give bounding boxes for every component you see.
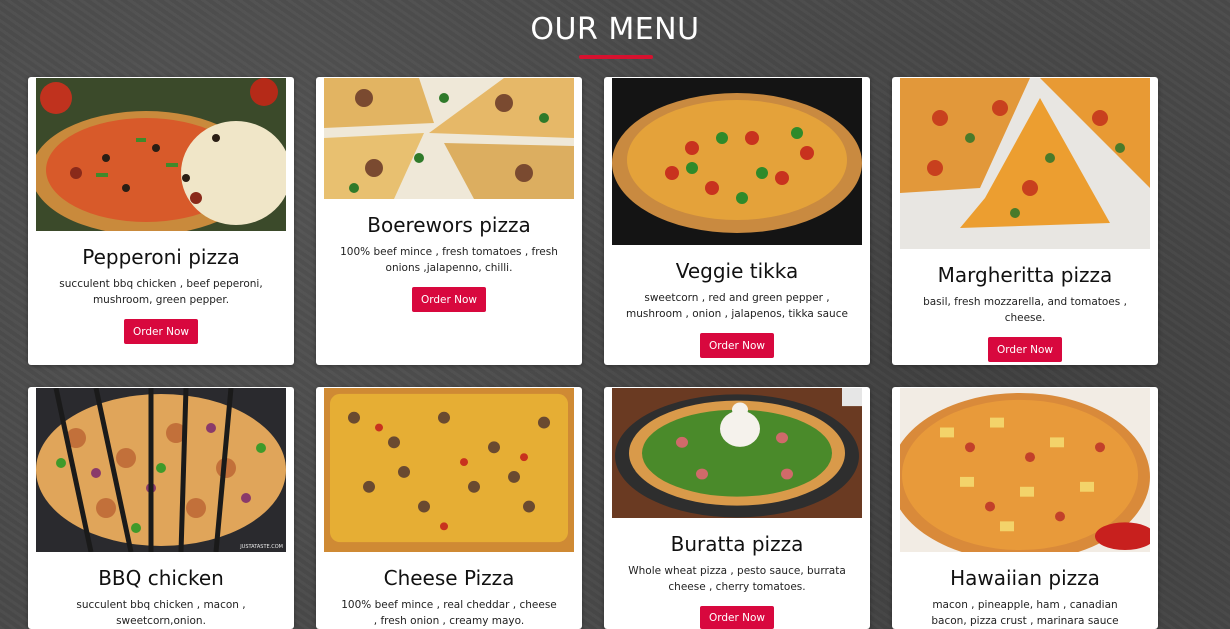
bbq-chicken-photo: JUSTATASTE.COM (36, 388, 286, 552)
menu-card-cheese: Cheese Pizza 100% beef mince , real ched… (316, 387, 582, 629)
menu-item-description: Whole wheat pizza , pesto sauce, burrata… (628, 565, 846, 594)
hawaiian-pizza-photo (900, 388, 1150, 552)
section-title: OUR MENU (530, 12, 700, 47)
menu-item-description: basil, fresh mozzarella, and tomatoes , … (923, 296, 1127, 324)
menu-card-veggie-tikka: Veggie tikka sweetcorn , red and green p… (604, 77, 870, 365)
menu-item-name: Buratta pizza (670, 532, 804, 557)
title-underline (579, 55, 653, 59)
buratta-pizza-photo (612, 388, 862, 519)
menu-card-buratta: Buratta pizza Whole wheat pizza , pesto … (604, 387, 870, 629)
pepperoni-pizza-photo (36, 78, 286, 231)
menu-card-bbq-chicken: JUSTATASTE.COM BBQ chicken succulent bbq… (28, 387, 294, 629)
order-now-button[interactable]: Order Now (699, 606, 775, 629)
menu-item-description: 100% beef mince , real cheddar , cheese … (341, 599, 557, 627)
menu-item-name: BBQ chicken (98, 566, 224, 590)
order-now-button[interactable]: Order Now (699, 333, 775, 358)
menu-item-description: macon , pineapple, ham , canadian bacon,… (931, 599, 1119, 627)
order-now-button[interactable]: Order Now (123, 319, 199, 344)
menu-item-description: sweetcorn , red and green pepper , mushr… (626, 292, 848, 320)
menu-card-hawaiian: Hawaiian pizza macon , pineapple, ham , … (892, 387, 1158, 629)
menu-card-boerewors: Boerewors pizza 100% beef mince , fresh … (316, 77, 582, 365)
menu-item-description: succulent bbq chicken , beef peperoni, m… (59, 278, 263, 306)
menu-item-name: Hawaiian pizza (950, 566, 1100, 590)
menu-item-name: Margheritta pizza (937, 263, 1113, 287)
menu-card-margheritta: Margheritta pizza basil, fresh mozzarell… (892, 77, 1158, 365)
order-now-button[interactable]: Order Now (987, 337, 1063, 362)
menu-item-name: Pepperoni pizza (82, 245, 240, 269)
boerewors-pizza-photo (324, 78, 574, 199)
menu-item-description: succulent bbq chicken , macon , sweetcor… (76, 599, 246, 627)
menu-item-name: Veggie tikka (675, 259, 799, 283)
cheese-pizza-photo (324, 388, 574, 552)
menu-item-name: Boerewors pizza (367, 213, 531, 237)
order-now-button[interactable]: Order Now (411, 287, 487, 312)
veggie-tikka-photo (612, 78, 862, 245)
menu-item-description: 100% beef mince , fresh tomatoes , fresh… (340, 246, 558, 274)
menu-card-pepperoni: Pepperoni pizza succulent bbq chicken , … (28, 77, 294, 365)
menu-item-name: Cheese Pizza (383, 566, 515, 590)
photo-watermark: JUSTATASTE.COM (240, 544, 283, 550)
margheritta-pizza-photo (900, 78, 1150, 249)
